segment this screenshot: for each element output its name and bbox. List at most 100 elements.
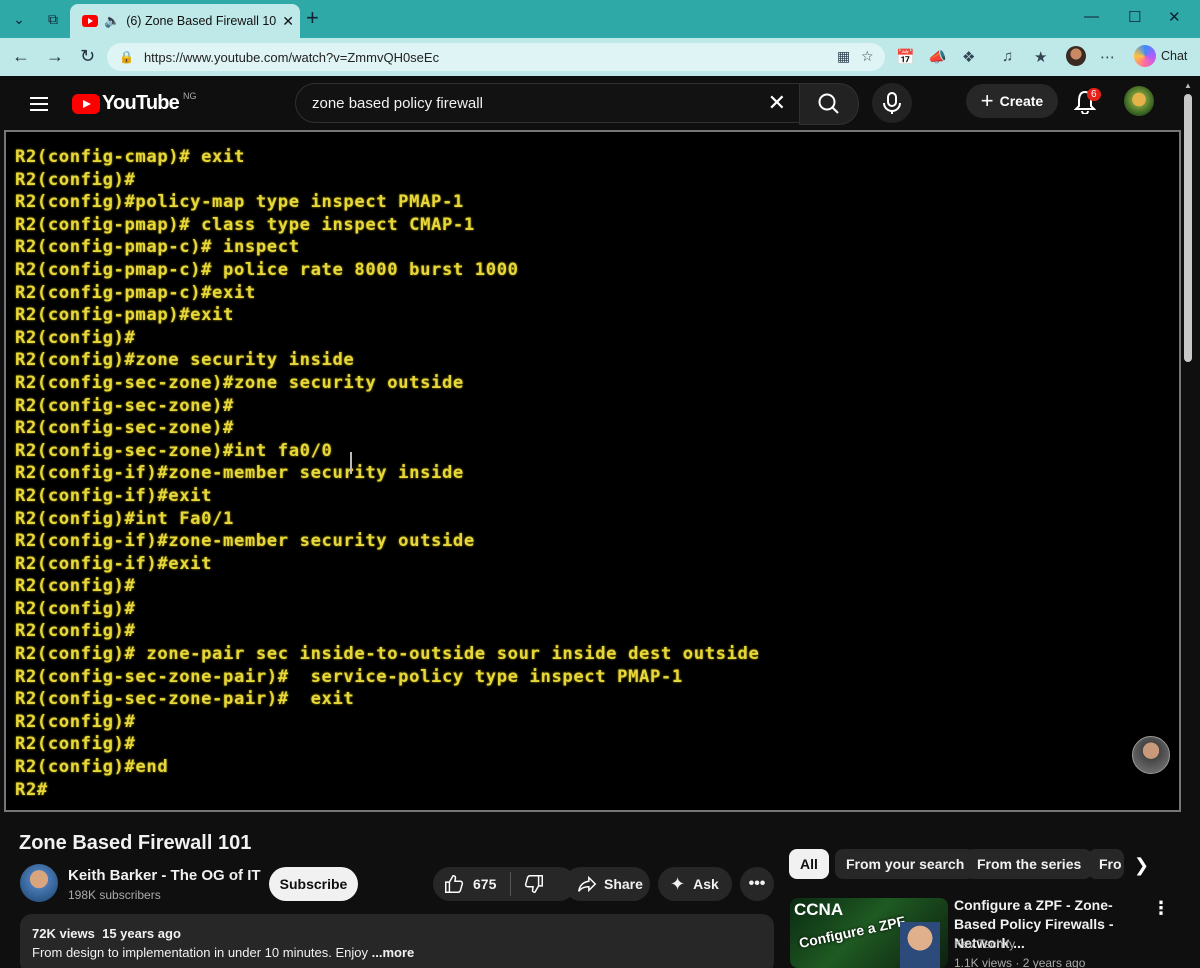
share-button[interactable]: Share [564, 867, 650, 901]
search-button[interactable] [799, 83, 859, 125]
terminal-line: R2(config)# [15, 621, 136, 642]
terminal-output: R2(config-cmap)# exit R2(config)# R2(confi… [15, 146, 759, 801]
subscribe-button[interactable]: Subscribe [269, 867, 358, 901]
terminal-line: R2(config)# [15, 327, 136, 348]
plus-icon: + [980, 88, 994, 113]
channel-watermark-avatar[interactable] [1132, 736, 1170, 774]
terminal-line: R2(config-if)#zone-member security insid… [15, 463, 464, 484]
tab-youtube[interactable]: 🔈 (6) Zone Based Firewall 101 - Y ✕ [70, 4, 300, 38]
ask-button[interactable]: ✦ Ask [658, 867, 732, 901]
share-label: Share [604, 876, 643, 892]
create-button[interactable]: + Create [966, 84, 1058, 118]
youtube-favicon-icon [82, 15, 98, 27]
chevron-right-icon[interactable]: ❯ [1134, 855, 1149, 876]
like-button[interactable]: 675 [433, 873, 496, 895]
more-horizontal-icon: ••• [748, 875, 766, 892]
channel-name[interactable]: Keith Barker - The OG of IT [68, 867, 261, 884]
terminal-line: R2(config)#policy-map type inspect PMAP-… [15, 192, 464, 213]
chip-from-your-search[interactable]: From your search [835, 849, 976, 879]
menu-icon[interactable] [30, 94, 48, 115]
favorite-star-icon[interactable]: ☆ [861, 48, 874, 65]
media-icon[interactable]: ♫ [1002, 48, 1013, 65]
show-more-link[interactable]: ...more [372, 945, 415, 960]
terminal-line: R2# [15, 779, 48, 800]
terminal-line: R2(config)#zone security inside [15, 350, 355, 371]
browser-profile-avatar[interactable] [1066, 46, 1086, 66]
search-input[interactable]: zone based policy firewall [312, 95, 768, 112]
address-bar-row: ← → ↻ 🔒 https://www.youtube.com/watch?v=… [0, 38, 1200, 76]
minimize-button[interactable]: — [1084, 8, 1099, 25]
new-tab-button[interactable]: + [306, 7, 319, 29]
video-player[interactable]: R2(config-cmap)# exit R2(config)# R2(confi… [4, 130, 1181, 812]
workspaces-icon: ⧉ [48, 10, 58, 27]
view-meta: 72K views 15 years ago [32, 926, 181, 941]
voice-search-button[interactable] [872, 83, 912, 123]
clear-search-icon[interactable]: ✕ [768, 90, 786, 116]
youtube-wordmark: YouTube [102, 92, 180, 114]
more-actions-button[interactable]: ••• [740, 867, 774, 901]
youtube-logo[interactable]: YouTube NG [72, 91, 196, 115]
chip-from-the-series[interactable]: From the series [966, 849, 1093, 879]
terminal-line: R2(config-sec-zone)# [15, 395, 234, 416]
browser-tab-bar: ⌄ ⧉ 🔈 (6) Zone Based Firewall 101 - Y ✕ … [0, 0, 1200, 38]
maximize-button[interactable]: ☐ [1128, 8, 1141, 26]
site-info-icon[interactable]: 🔒 [119, 50, 134, 64]
recommendation-more-icon[interactable]: ⋮ [1152, 898, 1170, 919]
window-close-button[interactable]: ✕ [1168, 8, 1181, 26]
search-icon [818, 93, 839, 114]
calendar-extension-icon[interactable]: 📅 [896, 48, 915, 66]
like-dislike-group: 675 [433, 867, 576, 901]
copilot-icon[interactable] [1134, 45, 1156, 67]
channel-avatar[interactable] [20, 864, 58, 902]
account-avatar[interactable] [1124, 86, 1154, 116]
recommendation-meta: 1.1K views · 2 years ago [954, 956, 1086, 968]
presenter-image [900, 922, 940, 968]
create-label: Create [999, 93, 1044, 109]
sparkle-icon: ✦ [670, 873, 686, 894]
close-icon[interactable]: ✕ [282, 13, 294, 30]
favorites-icon[interactable]: ★ [1034, 48, 1047, 66]
dislike-button[interactable] [511, 873, 545, 895]
description-box[interactable]: 72K views 15 years ago From design to im… [20, 914, 774, 968]
thumb-text-ccna: CCNA [794, 900, 844, 919]
terminal-line: R2(config-pmap)#exit [15, 305, 234, 326]
notification-count-badge: 6 [1087, 88, 1101, 101]
extensions-icon[interactable]: ❖ [962, 48, 975, 66]
terminal-line: R2(config-sec-zone-pair)# service-policy… [15, 666, 683, 687]
terminal-line: R2(config)# [15, 711, 136, 732]
recommendation-thumbnail[interactable]: CCNA Configure a ZPF [790, 898, 948, 968]
refresh-button[interactable]: ↻ [80, 46, 95, 67]
terminal-line: R2(config-cmap)# exit [15, 147, 245, 167]
chip-partial[interactable]: Fro [1088, 849, 1124, 879]
workspaces-button[interactable]: ⧉ [40, 6, 66, 32]
more-options-icon[interactable]: ⋯ [1100, 48, 1115, 66]
recommendation-channel[interactable]: Kev Techify [954, 937, 1015, 951]
app-available-icon[interactable]: ▦ [837, 48, 850, 65]
url-field[interactable]: 🔒 https://www.youtube.com/watch?v=ZmmvQH… [107, 43, 885, 71]
speaker-icon[interactable]: 🔈 [104, 13, 120, 29]
page-scrollbar[interactable] [1184, 94, 1192, 362]
thumbs-up-icon [445, 875, 464, 893]
chip-all[interactable]: All [789, 849, 829, 879]
terminal-line: R2(config-if)#zone-member security outsi… [15, 531, 475, 552]
megaphone-extension-icon[interactable]: 📣 [928, 48, 947, 66]
chat-label[interactable]: Chat [1161, 49, 1187, 63]
terminal-line: R2(config-pmap-c)# inspect [15, 237, 300, 258]
microphone-icon [883, 92, 901, 114]
forward-button[interactable]: → [46, 46, 64, 67]
share-icon [578, 875, 597, 893]
back-button[interactable]: ← [12, 46, 30, 67]
terminal-line: R2(config)#end [15, 757, 169, 778]
terminal-line: R2(config-if)#exit [15, 485, 213, 506]
search-box[interactable]: zone based policy firewall ✕ [295, 83, 801, 123]
view-count: 72K views [32, 926, 95, 941]
ask-label: Ask [693, 876, 719, 892]
subscriber-count: 198K subscribers [68, 888, 161, 902]
thumbs-down-icon [525, 875, 544, 893]
terminal-line: R2(config)#int Fa0/1 [15, 508, 234, 529]
tab-actions-button[interactable]: ⌄ [6, 6, 32, 32]
scroll-up-arrow[interactable]: ▲ [1184, 81, 1192, 90]
terminal-line: R2(config-sec-zone)#int fa0/0 [15, 440, 333, 461]
video-title: Zone Based Firewall 101 [19, 832, 252, 854]
terminal-line: R2(config)# zone-pair sec inside-to-outs… [15, 644, 760, 665]
